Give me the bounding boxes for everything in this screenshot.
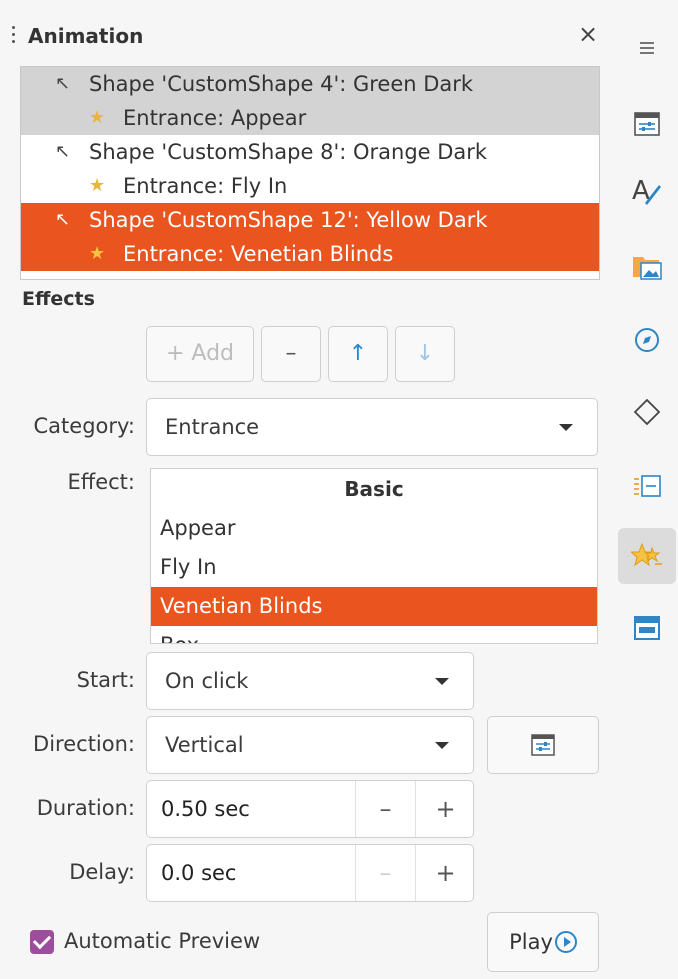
animation-item-label: Entrance: Venetian Blinds	[123, 242, 394, 266]
animation-item-label: Shape 'CustomShape 12': Yellow Dark	[89, 208, 488, 232]
hamburger-menu-icon[interactable]	[618, 20, 676, 76]
properties-icon[interactable]	[618, 96, 676, 152]
move-down-button[interactable]: ↓	[395, 326, 455, 382]
navigator-icon[interactable]	[618, 312, 676, 368]
master-slides-icon[interactable]	[618, 600, 676, 656]
shape-cursor-icon: ↖	[55, 209, 71, 230]
duration-decrement-button[interactable]: –	[355, 781, 415, 837]
automatic-preview-label: Automatic Preview	[64, 929, 261, 953]
chevron-down-icon	[435, 742, 449, 749]
category-select[interactable]: Entrance	[146, 398, 598, 456]
direction-label: Direction:	[33, 732, 135, 756]
play-icon	[554, 931, 577, 953]
effect-list-item[interactable]: Venetian Blinds	[151, 587, 597, 626]
gallery-icon[interactable]	[618, 238, 676, 294]
direction-value: Vertical	[165, 733, 244, 757]
delay-increment-button[interactable]: +	[415, 845, 475, 901]
animation-item-label: Entrance: Appear	[123, 106, 307, 130]
effect-label: Effect:	[67, 470, 135, 494]
move-up-button[interactable]: ↑	[328, 326, 388, 382]
shape-cursor-icon: ↖	[55, 73, 71, 94]
start-value: On click	[165, 669, 249, 693]
effect-list-item[interactable]: Box	[151, 626, 597, 643]
shapes-icon[interactable]	[618, 384, 676, 440]
panel-title: Animation	[28, 24, 144, 48]
effect-list-item[interactable]: Appear	[151, 509, 597, 548]
entrance-star-icon: ★	[89, 107, 106, 128]
animation-panel: Animation × ↖ Shape 'CustomShape 4': Gree…	[0, 0, 616, 979]
effect-list-item[interactable]: Fly In	[151, 548, 597, 587]
play-label: Play	[509, 930, 553, 954]
animation-effect-item[interactable]: ★ Entrance: Appear	[21, 101, 599, 135]
delay-decrement-button[interactable]: –	[355, 845, 415, 901]
entrance-star-icon: ★	[89, 243, 106, 264]
animation-shape-item[interactable]: ↖ Shape 'CustomShape 8': Orange Dark	[21, 135, 599, 169]
slide-transition-icon[interactable]	[618, 458, 676, 514]
effect-group-header: Basic	[344, 477, 404, 501]
duration-increment-button[interactable]: +	[415, 781, 475, 837]
drag-handle-icon[interactable]	[12, 26, 16, 48]
chevron-down-icon	[559, 424, 573, 431]
animation-item-label: Entrance: Fly In	[123, 174, 288, 198]
animation-effect-item[interactable]: ★ Entrance: Fly In	[21, 169, 599, 203]
effect-listbox[interactable]: Basic AppearFly InVenetian BlindsBox	[150, 468, 598, 644]
entrance-star-icon: ★	[89, 175, 106, 196]
start-select[interactable]: On click	[146, 652, 474, 710]
add-effect-button[interactable]: + Add	[146, 326, 254, 382]
animation-item-label: Shape 'CustomShape 8': Orange Dark	[89, 140, 488, 164]
duration-label: Duration:	[36, 796, 135, 820]
chevron-down-icon	[435, 678, 449, 685]
animation-effect-item[interactable]: ★ Entrance: Venetian Blinds	[21, 237, 599, 271]
category-label: Category:	[33, 414, 135, 438]
automatic-preview-checkbox[interactable]	[30, 930, 54, 954]
remove-effect-button[interactable]: –	[261, 326, 321, 382]
category-value: Entrance	[165, 415, 260, 439]
effect-options-button[interactable]	[487, 716, 599, 774]
start-label: Start:	[76, 668, 135, 692]
duration-value[interactable]: 0.50 sec	[161, 781, 250, 837]
animation-item-label: Shape 'CustomShape 4': Green Dark	[89, 72, 474, 96]
sidebar-deck: A	[616, 0, 678, 979]
duration-spinbox[interactable]: 0.50 sec – +	[146, 780, 474, 838]
animation-list[interactable]: ↖ Shape 'CustomShape 4': Green Dark ★ Entra…	[20, 66, 600, 280]
animation-shape-item[interactable]: ↖ Shape 'CustomShape 12': Yellow Dark	[21, 203, 599, 237]
delay-value[interactable]: 0.0 sec	[161, 845, 236, 901]
delay-spinbox[interactable]: 0.0 sec – +	[146, 844, 474, 902]
effects-section-label: Effects	[22, 288, 95, 310]
direction-select[interactable]: Vertical	[146, 716, 474, 774]
delay-label: Delay:	[69, 860, 135, 884]
close-icon[interactable]: ×	[578, 20, 598, 48]
play-button[interactable]: Play	[487, 912, 599, 972]
styles-icon[interactable]: A	[618, 162, 676, 218]
shape-cursor-icon: ↖	[55, 141, 71, 162]
animation-icon[interactable]	[618, 528, 676, 584]
animation-shape-item[interactable]: ↖ Shape 'CustomShape 4': Green Dark	[21, 67, 599, 101]
options-dialog-icon	[531, 734, 555, 756]
panel-title-bar: Animation ×	[0, 18, 616, 58]
